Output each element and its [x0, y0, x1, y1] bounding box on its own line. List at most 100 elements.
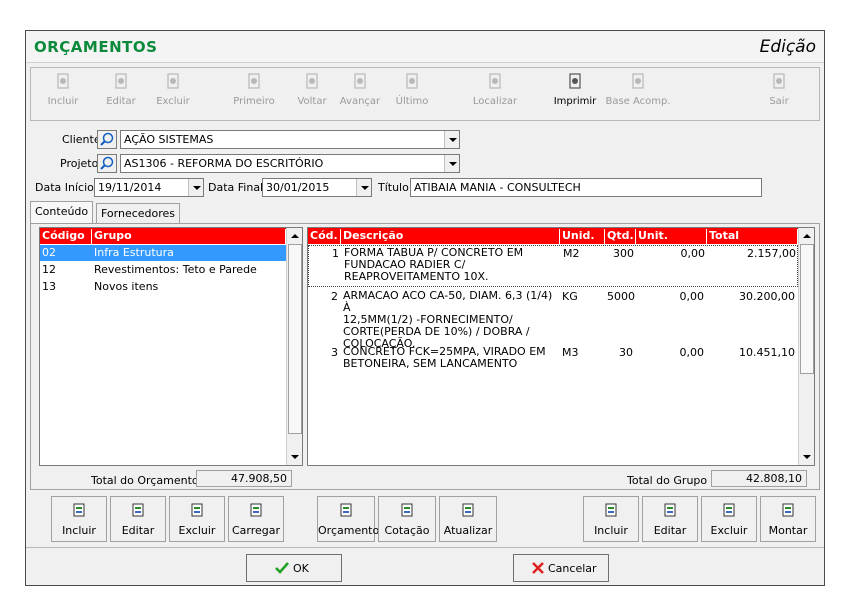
col-total-header: Total — [707, 229, 798, 244]
toolbar-primeiro-button[interactable]: Primeiro — [229, 72, 279, 118]
toolbar-button-label: Incluir — [47, 96, 79, 107]
item-qtd-cell: 5000 — [607, 290, 635, 303]
toolbar: Incluir Editar Excluir Primeiro Voltar Avança… — [30, 67, 820, 121]
orcamentos-window: ORÇAMENTOS Edição Incluir Editar Excluir Pr… — [25, 30, 825, 586]
group-carregar-button[interactable]: Carregar — [228, 496, 284, 542]
item-incluir-button[interactable]: Incluir — [583, 496, 639, 542]
item-total-cell: 2.157,00 — [747, 247, 796, 260]
incluir-icon — [73, 503, 85, 517]
group-incluir-button[interactable]: Incluir — [51, 496, 107, 542]
ok-button[interactable]: OK — [246, 554, 342, 582]
group-excluir-button[interactable]: Excluir — [169, 496, 225, 542]
group-row[interactable]: 02 Infra Estrutura — [40, 245, 286, 261]
total-grupo-label: Total do Grupo — [627, 474, 708, 487]
edit-document-icon — [115, 73, 127, 89]
item-row[interactable]: 2 ARMACAO ACO CA-50, DIAM. 6,3 (1/4) À 12,… — [308, 289, 798, 350]
previous-record-icon — [306, 73, 318, 89]
toolbar-button-label: Excluir — [156, 96, 190, 107]
chevron-down-icon[interactable] — [444, 131, 459, 148]
middle-atualizar-button[interactable]: Atualizar — [439, 496, 497, 542]
group-codigo-cell: 12 — [42, 263, 56, 276]
toolbar-button-label: Primeiro — [233, 96, 275, 107]
item-unid-cell: M3 — [562, 346, 579, 359]
col-qtd-header: Qtd. — [605, 229, 636, 244]
projeto-search-icon[interactable] — [97, 154, 117, 173]
group-row[interactable]: 12 Revestimentos: Teto e Parede — [40, 262, 286, 278]
calendar-dropdown-icon[interactable] — [188, 179, 203, 196]
scroll-thumb[interactable] — [800, 244, 814, 374]
item-excluir-button[interactable]: Excluir — [701, 496, 757, 542]
cotacao-icon — [401, 503, 413, 517]
data-inicio-label: Data Início — [35, 181, 94, 194]
middle-cotacao-button[interactable]: Cotação — [378, 496, 436, 542]
excluir-icon — [191, 503, 203, 517]
toolbar-base-acomp-button[interactable]: Base Acomp. — [603, 72, 673, 118]
button-label: Incluir — [62, 524, 96, 537]
projeto-select[interactable]: AS1306 - REFORMA DO ESCRITÓRIO — [120, 154, 460, 173]
item-unit-cell: 0,00 — [680, 247, 706, 260]
total-grupo-value: 42.808,10 — [711, 470, 807, 487]
cancel-button[interactable]: Cancelar — [513, 554, 609, 582]
groups-scrollbar[interactable] — [286, 228, 302, 465]
titulo-value: ATIBAIA MANIA - CONSULTECH — [414, 181, 581, 194]
toolbar-button-label: Base Acomp. — [605, 96, 671, 107]
middle-orcamento-button[interactable]: Orçamento — [317, 496, 379, 542]
toolbar-localizar-button[interactable]: Localizar — [469, 72, 521, 118]
toolbar-editar-button[interactable]: Editar — [101, 72, 141, 118]
button-label: Editar — [653, 524, 687, 537]
item-descricao-line: REAPROVEITAMENTO 10X. — [344, 270, 489, 283]
scroll-down-icon[interactable] — [287, 449, 302, 465]
col-cod-header: Cód. — [308, 229, 341, 244]
titulo-input[interactable]: ATIBAIA MANIA - CONSULTECH — [410, 178, 762, 197]
col-grupo-header: Grupo — [92, 229, 286, 244]
scroll-down-icon[interactable] — [799, 449, 814, 465]
total-orcamento-value: 47.908,50 — [196, 470, 292, 487]
toolbar--ltimo-button[interactable]: Último — [393, 72, 431, 118]
scroll-thumb[interactable] — [288, 244, 302, 434]
cliente-select[interactable]: AÇÃO SISTEMAS — [120, 130, 460, 149]
button-label: Excluir — [178, 524, 216, 537]
toolbar-excluir-button[interactable]: Excluir — [151, 72, 195, 118]
data-final-field[interactable]: 30/01/2015 — [262, 178, 372, 197]
calendar-dropdown-icon[interactable] — [356, 179, 371, 196]
incluir-icon — [605, 503, 617, 517]
item-unid-cell: M2 — [563, 247, 580, 260]
item-montar-button[interactable]: Montar — [760, 496, 816, 542]
toolbar-sair-button[interactable]: Sair — [761, 72, 797, 118]
toolbar-avan-ar-button[interactable]: Avançar — [337, 72, 383, 118]
cliente-search-icon[interactable] — [97, 130, 117, 149]
item-qtd-cell: 300 — [613, 247, 634, 260]
toolbar-button-label: Voltar — [297, 96, 327, 107]
chevron-down-icon[interactable] — [444, 155, 459, 172]
toolbar-voltar-button[interactable]: Voltar — [293, 72, 331, 118]
data-inicio-field[interactable]: 19/11/2014 — [94, 178, 204, 197]
editar-icon — [132, 503, 144, 517]
toolbar-incluir-button[interactable]: Incluir — [43, 72, 83, 118]
toolbar-button-label: Último — [395, 96, 429, 107]
item-row[interactable]: 3 CONCRETO FCK=25MPA, VIRADO EM BETONEIRA,… — [308, 345, 798, 375]
item-row[interactable]: 1 FORMA TABUA P/ CONCRETO EM FUNDACAO RADI… — [308, 245, 798, 287]
item-descricao-cell: FORMA TABUA P/ CONCRETO EM FUNDACAO RADIE… — [342, 247, 561, 283]
total-orcamento-label: Total do Orçamento — [91, 474, 199, 487]
scroll-up-icon[interactable] — [287, 228, 302, 244]
titulo-label: Título — [378, 181, 409, 194]
orcamento-icon — [340, 503, 352, 517]
group-codigo-cell: 02 — [42, 246, 56, 259]
item-cod-cell: 2 — [331, 290, 338, 303]
scroll-up-icon[interactable] — [799, 228, 814, 244]
item-cod-cell: 1 — [332, 247, 339, 260]
group-row[interactable]: 13 Novos itens — [40, 279, 286, 295]
group-codigo-cell: 13 — [42, 280, 56, 293]
item-editar-button[interactable]: Editar — [642, 496, 698, 542]
projeto-label: Projeto — [60, 157, 99, 170]
items-scrollbar[interactable] — [798, 228, 814, 465]
toolbar-imprimir-button[interactable]: Imprimir — [553, 72, 597, 118]
item-total-cell: 30.200,00 — [739, 290, 795, 303]
item-unit-cell: 0,00 — [679, 290, 705, 303]
tab-conteudo[interactable]: Conteúdo — [30, 201, 94, 223]
tab-fornecedores[interactable]: Fornecedores — [96, 203, 181, 223]
group-editar-button[interactable]: Editar — [110, 496, 166, 542]
footer: OK Cancelar — [26, 547, 824, 585]
search-icon — [489, 73, 501, 89]
groups-header: Código Grupo — [40, 228, 286, 244]
